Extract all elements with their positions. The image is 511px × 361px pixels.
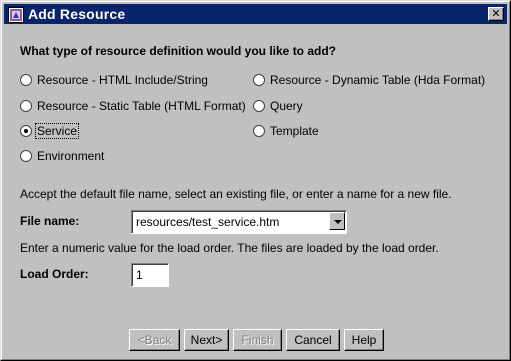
radio-button-circle[interactable]	[20, 100, 32, 112]
window-title: Add Resource	[28, 6, 126, 22]
finish-button[interactable]: Finish	[233, 329, 282, 351]
radio-template[interactable]: Template	[253, 123, 320, 139]
radio-service[interactable]: Service	[20, 123, 80, 139]
next-button[interactable]: Next>	[184, 329, 229, 351]
radio-environment[interactable]: Environment	[20, 148, 105, 164]
load-order-instruction: Enter a numeric value for the load order…	[20, 241, 439, 255]
close-icon[interactable]: ✕	[488, 7, 504, 21]
resource-type-question: What type of resource definition would y…	[20, 44, 337, 58]
load-order-value[interactable]: 1	[136, 268, 143, 282]
radio-label: Service	[34, 123, 80, 139]
radio-dynamic-table[interactable]: Resource - Dynamic Table (Hda Format)	[253, 72, 486, 88]
file-name-value[interactable]: resources/test_service.htm	[136, 215, 279, 229]
add-resource-dialog: Add Resource ✕ What type of resource def…	[0, 0, 511, 361]
radio-static-table[interactable]: Resource - Static Table (HTML Format)	[20, 98, 247, 114]
cancel-button[interactable]: Cancel	[286, 329, 340, 351]
file-name-combobox[interactable]: resources/test_service.htm	[131, 210, 347, 234]
load-order-input[interactable]: 1	[131, 263, 169, 287]
radio-label: Environment	[37, 149, 105, 163]
dialog-frame: Add Resource ✕ What type of resource def…	[1, 1, 510, 360]
radio-button-circle[interactable]	[253, 100, 265, 112]
radio-label: Template	[270, 124, 319, 138]
radio-html-include[interactable]: Resource - HTML Include/String	[20, 72, 209, 88]
radio-label: Resource - Dynamic Table (Hda Format)	[270, 73, 486, 87]
radio-query[interactable]: Query	[253, 98, 304, 114]
radio-label: Resource - HTML Include/String	[37, 73, 208, 87]
radio-button-circle-selected[interactable]	[20, 125, 32, 137]
radio-button-circle[interactable]	[20, 74, 32, 86]
title-bar[interactable]: Add Resource ✕	[4, 4, 507, 24]
radio-button-circle[interactable]	[20, 150, 32, 162]
radio-button-circle[interactable]	[253, 125, 265, 137]
chevron-down-icon[interactable]	[329, 212, 345, 230]
file-name-label: File name:	[20, 214, 80, 228]
file-instruction: Accept the default file name, select an …	[20, 187, 452, 201]
help-button[interactable]: Help	[344, 329, 384, 351]
back-button[interactable]: <Back	[129, 329, 180, 351]
load-order-label: Load Order:	[20, 267, 89, 281]
radio-button-circle[interactable]	[253, 74, 265, 86]
app-window-icon	[8, 7, 24, 23]
radio-label: Query	[270, 99, 303, 113]
radio-label: Resource - Static Table (HTML Format)	[37, 99, 246, 113]
